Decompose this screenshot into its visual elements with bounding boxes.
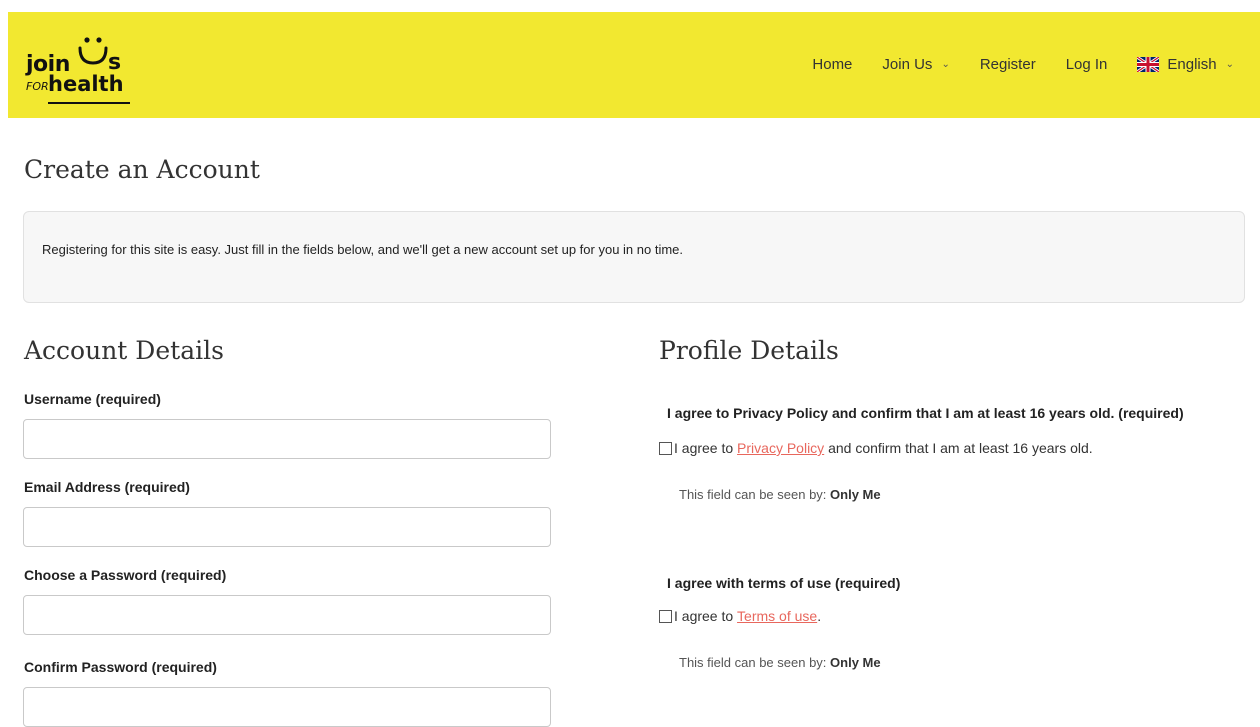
confirm-password-input[interactable] bbox=[23, 687, 551, 727]
logo-underline bbox=[48, 102, 130, 104]
nav-home[interactable]: Home bbox=[812, 56, 852, 73]
password-label: Choose a Password (required) bbox=[24, 567, 227, 583]
intro-notice: Registering for this site is easy. Just … bbox=[23, 211, 1245, 303]
visibility-prefix: This field can be seen by: bbox=[679, 655, 831, 670]
terms-checkbox[interactable] bbox=[659, 609, 672, 623]
page-title: Create an Account bbox=[24, 155, 260, 184]
logo-word-for: FOR bbox=[26, 80, 49, 93]
privacy-field-label: I agree to Privacy Policy and confirm th… bbox=[667, 405, 1184, 421]
username-label: Username (required) bbox=[24, 391, 161, 407]
main-nav: Home Join Us ⌄ Register Log In English ⌄ bbox=[782, 55, 1234, 74]
privacy-policy-link[interactable]: Privacy Policy bbox=[737, 440, 824, 456]
terms-field-label: I agree with terms of use (required) bbox=[667, 575, 901, 591]
terms-text-post: . bbox=[817, 608, 822, 624]
privacy-checkbox-row: I agree to Privacy Policy and confirm th… bbox=[659, 440, 1093, 456]
smile-icon bbox=[77, 36, 109, 70]
chevron-down-icon: ⌄ bbox=[1225, 59, 1234, 70]
nav-join-us[interactable]: Join Us ⌄ bbox=[882, 56, 949, 73]
chevron-down-icon: ⌄ bbox=[941, 59, 950, 70]
nav-join-us-label: Join Us bbox=[882, 56, 933, 73]
account-details-title: Account Details bbox=[24, 336, 224, 365]
site-logo[interactable]: join s FOR health bbox=[26, 28, 146, 104]
email-label: Email Address (required) bbox=[24, 479, 190, 495]
visibility-value[interactable]: Only Me bbox=[830, 487, 881, 502]
username-input[interactable] bbox=[23, 419, 551, 459]
profile-details-title: Profile Details bbox=[659, 336, 839, 365]
site-header: join s FOR health Home Join Us ⌄ Registe… bbox=[8, 12, 1260, 118]
privacy-visibility-note: This field can be seen by: Only Me bbox=[679, 487, 881, 502]
privacy-text-post: and confirm that I am at least 16 years … bbox=[828, 440, 1093, 456]
terms-of-use-link[interactable]: Terms of use bbox=[737, 608, 817, 624]
visibility-value[interactable]: Only Me bbox=[830, 655, 881, 670]
terms-visibility-note: This field can be seen by: Only Me bbox=[679, 655, 881, 670]
confirm-password-label: Confirm Password (required) bbox=[24, 659, 217, 675]
language-selector[interactable]: English ⌄ bbox=[1136, 55, 1234, 74]
privacy-text-pre: I agree to bbox=[674, 440, 734, 456]
privacy-checkbox[interactable] bbox=[659, 441, 672, 455]
nav-login[interactable]: Log In bbox=[1066, 56, 1108, 73]
email-input[interactable] bbox=[23, 507, 551, 547]
intro-text: Registering for this site is easy. Just … bbox=[42, 242, 684, 257]
nav-register[interactable]: Register bbox=[980, 56, 1036, 73]
language-label: English bbox=[1167, 56, 1217, 73]
logo-word-health: health bbox=[48, 72, 124, 96]
terms-text-pre: I agree to bbox=[674, 608, 734, 624]
uk-flag-icon bbox=[1136, 55, 1161, 74]
password-input[interactable] bbox=[23, 595, 551, 635]
terms-checkbox-row: I agree to Terms of use. bbox=[659, 608, 821, 624]
visibility-prefix: This field can be seen by: bbox=[679, 487, 831, 502]
